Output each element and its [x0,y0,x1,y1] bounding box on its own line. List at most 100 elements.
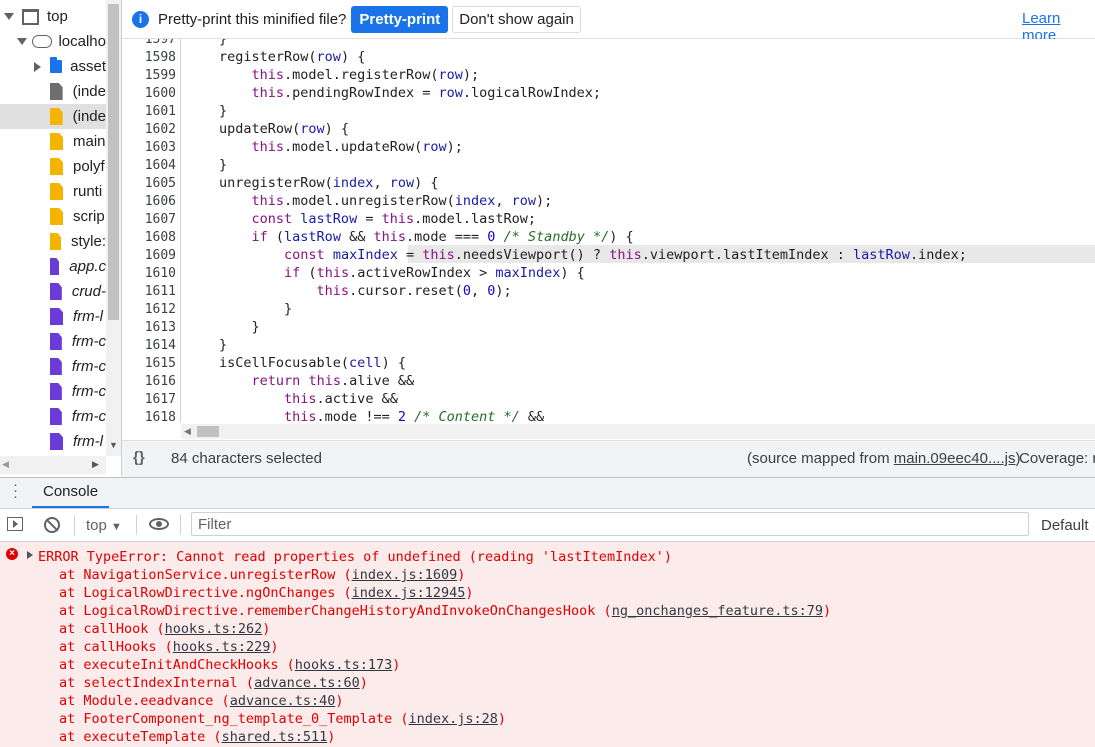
tree-item-file[interactable]: frm-c [0,354,106,379]
tree-item-file[interactable]: (inde [0,79,106,104]
line-number[interactable]: 1600 [145,86,176,101]
eye-pupil [156,521,162,527]
code-line: const lastRow = this.model.lastRow; [251,211,537,227]
expand-arrow-icon[interactable] [4,13,14,20]
tree-item-file[interactable]: style: [0,229,106,254]
code-scroll-thumb[interactable] [197,426,219,437]
line-number[interactable]: 1613 [145,320,176,335]
line-number[interactable]: 1601 [145,104,176,119]
stack-frame: at NavigationService.unregisterRow (inde… [59,566,465,584]
tree-item-file[interactable]: app.c [0,254,106,279]
file-icon [50,433,63,450]
line-number[interactable]: 1603 [145,140,176,155]
stack-frame-link[interactable]: hooks.ts:262 [165,621,263,637]
tree-item-file[interactable]: asset [0,54,106,79]
file-icon [50,83,63,100]
toolbar-divider [74,515,75,535]
log-levels-dropdown[interactable]: Default [1041,517,1089,534]
line-number[interactable]: 1605 [145,176,176,191]
expand-arrow-icon[interactable] [17,38,27,45]
stack-frame-link[interactable]: ng_onchanges_feature.ts:79 [612,603,823,619]
line-number[interactable]: 1611 [145,284,176,299]
code-horizontal-scrollbar[interactable]: ◀ [181,424,1095,439]
code-line-highlighted: const maxIndex = this.needsViewport() ? … [284,247,967,263]
line-number[interactable]: 1617 [145,392,176,407]
clear-slash [45,518,59,532]
line-number[interactable]: 1604 [145,158,176,173]
source-file-link[interactable]: main.09eec40....js [894,450,1016,467]
line-number[interactable]: 1610 [145,266,176,281]
stack-frame-link[interactable]: shared.ts:511 [222,729,328,745]
tree-item-file[interactable]: crud- [0,279,106,304]
eye-icon[interactable] [149,518,169,530]
line-number[interactable]: 1608 [145,230,176,245]
line-number[interactable]: 1598 [145,50,176,65]
line-number[interactable]: 1606 [145,194,176,209]
file-icon [50,358,62,375]
file-icon [50,383,62,400]
tree-item-file[interactable]: frm-l [0,429,106,454]
tab-console[interactable]: Console [32,478,110,508]
tree-label: main [73,133,106,150]
tree-label: crud- [71,283,106,300]
more-menu-icon[interactable]: · · · [13,477,18,504]
line-number[interactable]: 1609 [145,248,176,263]
line-number[interactable]: 1616 [145,374,176,389]
tree-item-origin[interactable]: localho [0,29,106,54]
tree-horizontal-scrollbar[interactable]: ◀ ▶ [0,456,106,474]
tree-label: asset [70,58,106,75]
line-number[interactable]: 1602 [145,122,176,137]
pretty-print-button[interactable]: Pretty-print [351,5,449,33]
tree-item-file[interactable]: runti [0,179,106,204]
tree-label: frm-c [71,408,106,425]
stack-frame-link[interactable]: index.js:12945 [352,585,466,601]
clear-console-icon[interactable] [44,517,60,533]
tree-item-file[interactable]: frm-c [0,329,106,354]
pretty-print-braces-button[interactable]: {} [133,449,145,466]
file-icon [50,183,63,200]
stack-frame-link[interactable]: index.js:28 [409,711,498,727]
stack-frame-link[interactable]: advance.ts:60 [254,675,360,691]
tree-item-file[interactable]: frm-c [0,379,106,404]
line-number[interactable]: 1597 [145,39,176,47]
tree-item-file[interactable]: frm-l [0,304,106,329]
dont-show-again-button[interactable]: Don't show again [452,5,581,33]
filter-input[interactable]: Filter [191,512,1029,536]
line-number[interactable]: 1612 [145,302,176,317]
tree-item-file[interactable]: scrip [0,204,106,229]
scroll-left-arrow-icon[interactable]: ◀ [184,426,191,437]
tree-label: runti [73,183,103,200]
source-code-editor[interactable]: 1597 1598 1599 1600 1601 1602 1603 1604 1605 1606… [122,39,1095,423]
context-selector[interactable]: top ▼ [86,517,122,534]
line-number[interactable]: 1615 [145,356,176,371]
line-number[interactable]: 1599 [145,68,176,83]
stack-frame-link[interactable]: hooks.ts:229 [173,639,271,655]
tree-item-file[interactable]: polyf [0,154,106,179]
code-line: this.model.unregisterRow(index, row); [251,193,553,209]
tree-item-file[interactable]: (inde [0,104,106,129]
folder-icon [50,57,63,73]
tree-label: polyf [73,158,105,175]
file-icon [50,233,61,250]
stack-frame-link[interactable]: hooks.ts:173 [295,657,393,673]
tree-item-top[interactable]: top [0,4,106,29]
tree-label: (inde [72,108,106,125]
file-icon [50,133,63,150]
tree-scroll-thumb[interactable] [108,4,119,320]
stack-frame-function: at LogicalRowDirective.ngOnChanges ( [59,585,352,601]
expand-arrow-icon[interactable] [34,61,41,72]
expand-error-icon[interactable] [27,551,33,559]
scroll-left-arrow-icon[interactable]: ◀ [2,459,9,470]
line-number[interactable]: 1614 [145,338,176,353]
scroll-down-arrow-icon[interactable]: ▼ [109,440,118,450]
file-icon [50,108,63,125]
stack-frame-link[interactable]: index.js:1609 [352,567,458,583]
code-line: this.pendingRowIndex = row.logicalRowInd… [251,85,602,101]
sidebar-toggle-icon[interactable] [7,517,23,531]
line-number[interactable]: 1618 [145,410,176,423]
stack-frame-link[interactable]: advance.ts:40 [230,693,336,709]
line-number[interactable]: 1607 [145,212,176,227]
tree-item-file[interactable]: main [0,129,106,154]
scroll-right-arrow-icon[interactable]: ▶ [92,459,99,470]
tree-item-file[interactable]: frm-c [0,404,106,429]
